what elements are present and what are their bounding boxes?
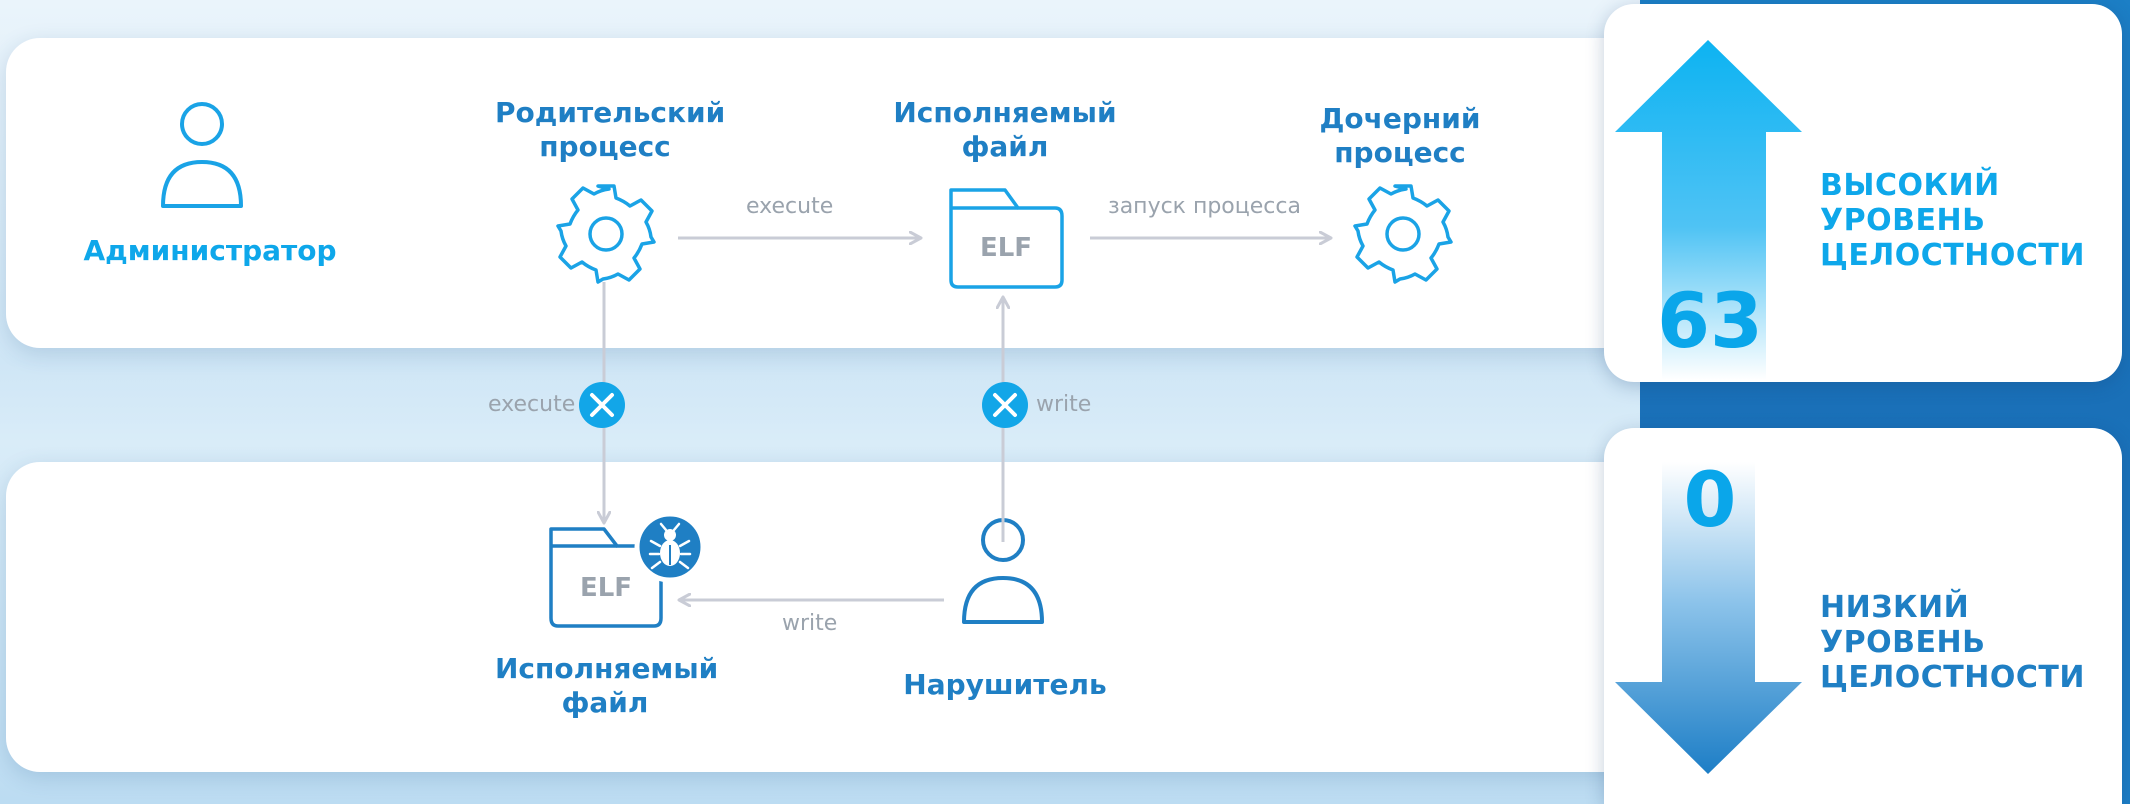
high-integrity-label: ВЫСОКИЙ УРОВЕНЬ ЦЕЛОСТНОСТИ: [1820, 168, 2085, 273]
child-process-gear-icon: [1353, 184, 1453, 284]
parent-process-label: Родительский процесс: [495, 96, 726, 163]
edge-label-parent-to-bad-file: execute: [488, 392, 576, 417]
edge-label-intruder-to-top-file: write: [1036, 392, 1092, 417]
admin-user-icon: [161, 102, 243, 208]
top-file-badge: ELF: [980, 233, 1032, 263]
bottom-exec-file-label: Исполняемый файл: [495, 652, 719, 719]
child-process-label: Дочерний процесс: [1319, 102, 1481, 169]
high-integrity-value: 63: [1657, 276, 1763, 365]
low-integrity-value: 0: [1683, 455, 1737, 544]
edge-label-file-to-child: запуск процесса: [1108, 194, 1301, 219]
edge-label-parent-to-file: execute: [746, 194, 834, 219]
top-exec-file-label: Исполняемый файл: [893, 96, 1117, 163]
bug-icon: [634, 511, 706, 583]
blocked-write-close-icon: [982, 382, 1028, 428]
bottom-file-badge: ELF: [580, 573, 632, 603]
blocked-execute-close-icon: [579, 382, 625, 428]
edge-label-intruder-to-bad-file: write: [782, 611, 838, 636]
intruder-label: Нарушитель: [903, 668, 1107, 701]
admin-label: Администратор: [83, 234, 337, 267]
parent-process-gear-icon: [556, 184, 656, 284]
low-integrity-label: НИЗКИЙ УРОВЕНЬ ЦЕЛОСТНОСТИ: [1820, 590, 2085, 695]
